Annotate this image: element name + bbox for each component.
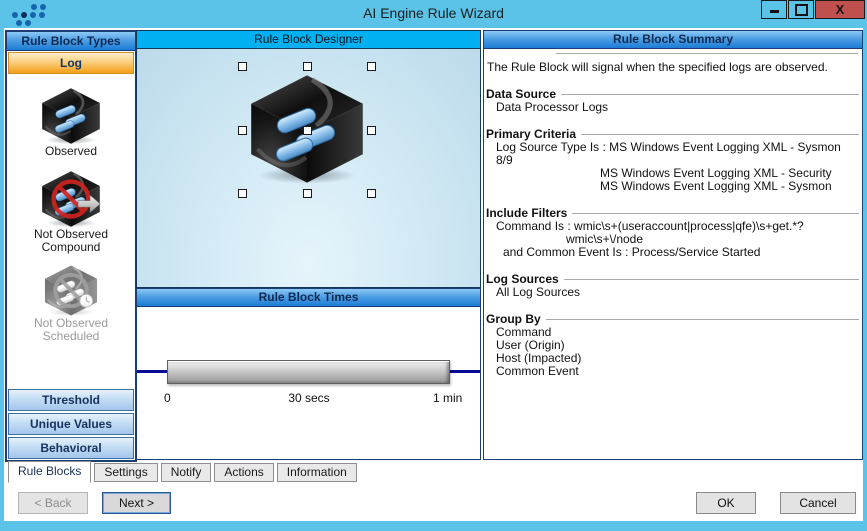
selection-handle[interactable] [302,189,312,198]
selection-handles [238,62,376,198]
selection-handle[interactable] [302,62,312,71]
wizard-body: Rule Block Types Log Observed Not Observ… [4,28,863,521]
summary-section-log-sources: Log Sources All Log Sources [486,273,860,299]
summary-intro: The Rule Block will signal when the spec… [487,60,828,74]
type-observed-label: Observed [44,144,98,158]
summary-item: MS Windows Event Logging XML - Sysmon [600,179,832,193]
summary-section-data-source: Data Source Data Processor Logs [486,88,860,114]
rule-block-times-body: 0 30 secs 1 min [137,307,480,459]
summary-item: Command Is : wmic\s+(useraccount|process… [496,219,804,233]
tab-settings[interactable]: Settings [94,463,158,482]
time-tick-mid: 30 secs [288,391,330,405]
category-unique-values-button[interactable]: Unique Values [8,413,134,435]
category-buttons: Threshold Unique Values Behavioral [8,387,134,459]
ok-button[interactable]: OK [696,492,756,514]
summary-item: Common Event [496,364,579,378]
designer-canvas[interactable] [137,49,480,287]
time-tick-end: 1 min [433,391,463,405]
selection-handle[interactable] [367,189,376,198]
ai-engine-rule-wizard-window: AI Engine Rule Wizard X Rule Block Types… [0,0,867,531]
selection-handle[interactable] [302,125,312,135]
summary-item: All Log Sources [496,285,581,299]
rule-block-summary-body: The Rule Block will signal when the spec… [484,49,862,459]
tab-information[interactable]: Information [276,463,357,482]
summary-section-group-by: Group By Command User (Origin) Host (Imp… [486,313,860,378]
type-observed[interactable]: Observed [7,87,135,158]
cancel-button[interactable]: Cancel [780,492,856,514]
selection-handle[interactable] [238,125,247,135]
window-title: AI Engine Rule Wizard [363,5,504,21]
next-button[interactable]: Next > [102,492,171,514]
category-behavioral-button[interactable]: Behavioral [8,437,134,459]
summary-item: Data Processor Logs [496,100,609,114]
category-log-button[interactable]: Log [8,52,134,74]
rule-block-designer-panel: Rule Block Designer [136,30,481,288]
type-not-observed-scheduled-label-2: Scheduled [42,329,100,343]
rule-block-summary-panel: Rule Block Summary The Rule Block will s… [483,30,863,460]
tab-rule-blocks[interactable]: Rule Blocks [8,461,92,483]
summary-item: and Common Event Is : Process/Service St… [503,245,761,259]
close-icon: X [835,2,845,17]
minimize-button[interactable] [761,0,787,19]
back-button[interactable]: < Back [18,492,88,514]
rule-block-types-panel: Rule Block Types Log Observed Not Observ… [5,30,137,462]
selection-handle[interactable] [238,62,247,71]
summary-section-include-filters: Include Filters Command Is : wmic\s+(use… [486,207,860,259]
minimize-icon [769,10,779,13]
type-not-observed-compound[interactable]: Not Observed Compound [7,170,135,254]
summary-item: Log Source Type Is : MS Windows Event Lo… [496,140,841,167]
maximize-button[interactable] [788,0,814,19]
summary-top-divider [556,53,858,54]
rule-block-times-header: Rule Block Times [137,289,480,307]
observed-cube-icon [40,87,102,145]
type-not-observed-scheduled[interactable]: Not Observed Scheduled [7,264,135,343]
selection-handle[interactable] [238,189,247,198]
selection-handle[interactable] [367,62,376,71]
tab-actions[interactable]: Actions [214,463,274,482]
summary-section-primary-criteria: Primary Criteria Log Source Type Is : MS… [486,128,860,193]
time-slider-range[interactable] [167,360,450,384]
not-observed-scheduled-cube-icon [43,264,99,317]
category-threshold-button[interactable]: Threshold [8,389,134,411]
maximize-icon [794,3,808,16]
wizard-tabbar: Rule Blocks Settings Notify Actions Info… [8,461,357,485]
tab-notify[interactable]: Notify [160,463,212,482]
not-observed-compound-cube-icon [40,170,102,228]
close-button[interactable]: X [815,0,865,19]
selection-handle[interactable] [367,125,376,135]
rule-block-summary-header: Rule Block Summary [484,31,862,49]
rule-block-types-header: Rule Block Types [7,32,135,51]
type-not-observed-compound-label-2: Compound [41,240,101,254]
rule-block-designer-header: Rule Block Designer [137,31,480,49]
titlebar: AI Engine Rule Wizard X [0,0,867,28]
time-tick-start: 0 [164,391,171,405]
rule-block-times-panel: Rule Block Times 0 30 secs 1 min [136,288,481,460]
